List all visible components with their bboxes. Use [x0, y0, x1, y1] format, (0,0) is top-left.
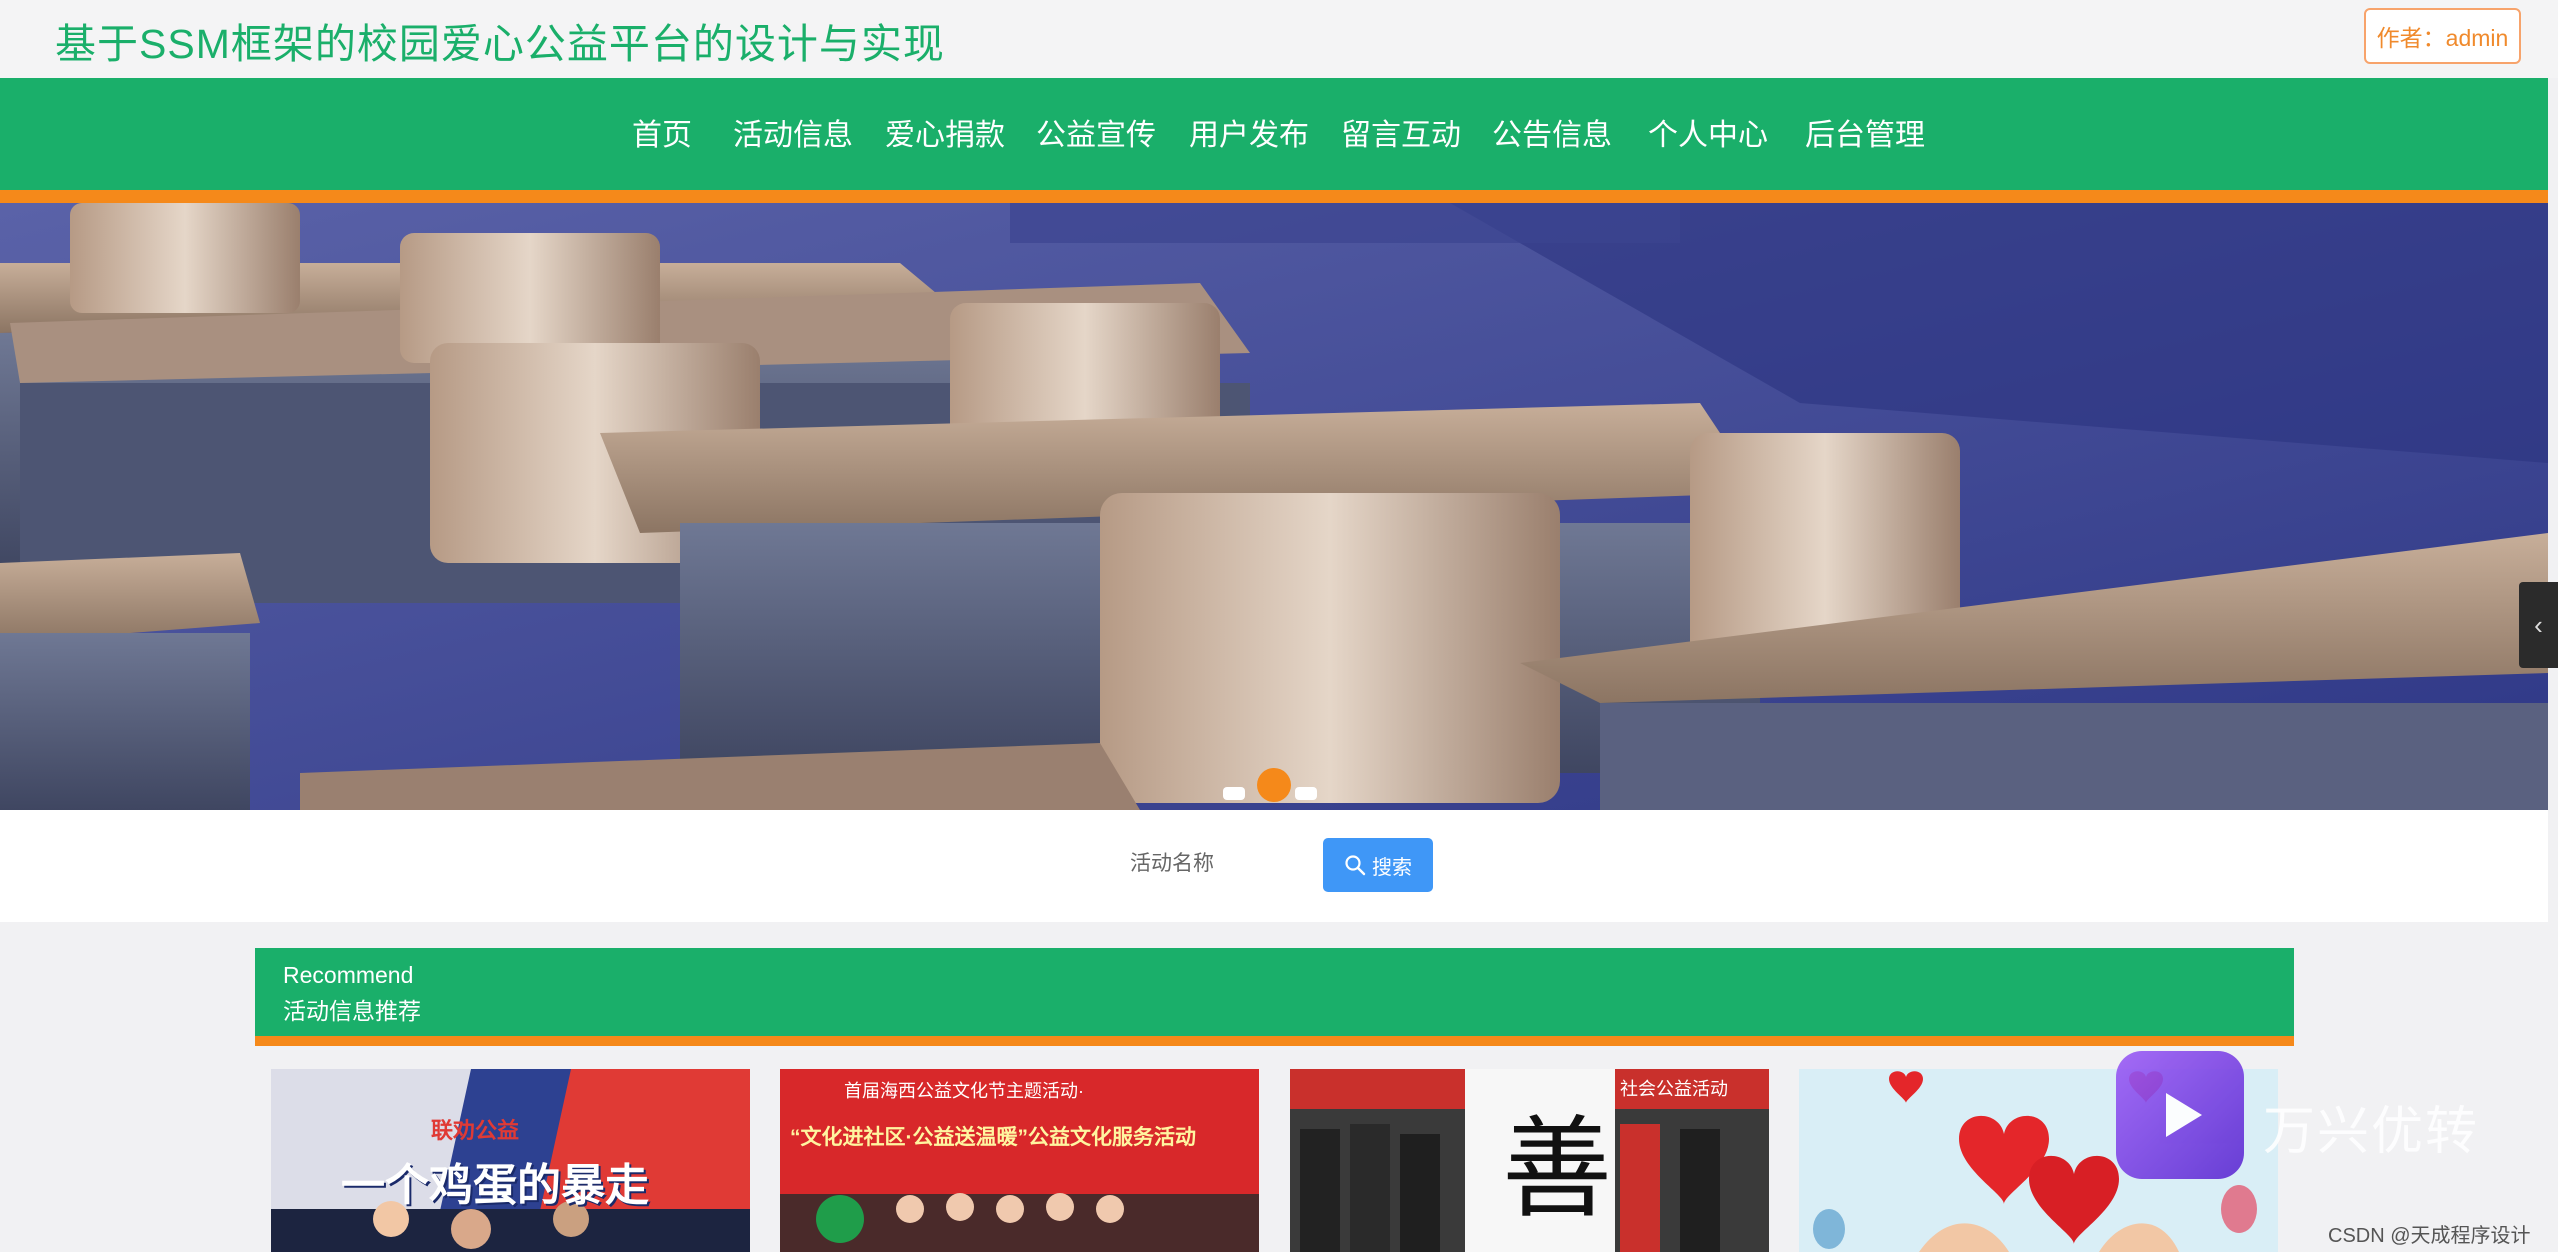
- nav-accent-stripe: [0, 190, 2548, 203]
- top-bar: 基于SSM框架的校园爱心公益平台的设计与实现: [0, 0, 2558, 78]
- carousel-dot-3[interactable]: [1295, 787, 1317, 800]
- nav-item-admin[interactable]: 后台管理: [1805, 110, 1925, 154]
- card-caption: 善: [1502, 1105, 1612, 1233]
- search-button[interactable]: 搜索: [1323, 838, 1433, 892]
- recommend-accent-stripe: [255, 1036, 2294, 1046]
- watermark-text: 万兴优转: [2263, 1103, 2480, 1161]
- search-button-label: 搜索: [1372, 856, 1412, 879]
- nav-item-user-posts[interactable]: 用户发布: [1189, 110, 1309, 154]
- card-logo-text: 联劝公益: [431, 1118, 520, 1143]
- activity-card-2[interactable]: 首届海西公益文化节主题活动· “文化进社区·公益送温暖”公益文化服务活动: [780, 1069, 1259, 1252]
- search-icon: [1345, 855, 1366, 876]
- nav-item-donation[interactable]: 爱心捐款: [885, 110, 1005, 154]
- carousel-dot-active[interactable]: [1257, 768, 1291, 802]
- search-bar: [0, 810, 2548, 922]
- activity-card-1[interactable]: 联劝公益 一个鸡蛋的暴走: [271, 1069, 750, 1252]
- nav-item-home[interactable]: 首页: [632, 110, 692, 154]
- nav-item-profile[interactable]: 个人中心: [1648, 110, 1768, 154]
- banner-image: [0, 203, 2548, 810]
- credit-text: CSDN @天成程序设计: [2328, 1225, 2531, 1247]
- main-nav: 首页 活动信息 爱心捐款 公益宣传 用户发布 留言互动 公告信息 个人中心 后台…: [0, 78, 2548, 190]
- carousel-dot-1[interactable]: [1223, 787, 1245, 800]
- activity-card-3[interactable]: 善 社会公益活动: [1290, 1069, 1769, 1252]
- side-panel-toggle[interactable]: ‹: [2519, 582, 2558, 668]
- nav-item-publicity[interactable]: 公益宣传: [1036, 110, 1156, 154]
- chevron-left-icon: ‹: [2534, 609, 2543, 640]
- card-caption: “文化进社区·公益送温暖”公益文化服务活动: [790, 1126, 1196, 1149]
- author-button[interactable]: 作者：admin: [2364, 8, 2521, 64]
- card-subcaption: 社会公益活动: [1620, 1079, 1728, 1099]
- nav-item-messages[interactable]: 留言互动: [1341, 110, 1461, 154]
- banner-carousel[interactable]: [0, 203, 2548, 810]
- watermark-logo-icon: [2116, 1051, 2244, 1179]
- recommend-header: [255, 948, 2294, 1036]
- nav-item-notices[interactable]: 公告信息: [1492, 110, 1612, 154]
- recommend-title-cn: 活动信息推荐: [283, 998, 421, 1024]
- site-title: 基于SSM框架的校园爱心公益平台的设计与实现: [55, 21, 945, 67]
- recommend-title-en: Recommend: [283, 962, 414, 988]
- card-subcaption: 首届海西公益文化节主题活动·: [844, 1081, 1084, 1101]
- card-caption: 一个鸡蛋的暴走: [341, 1161, 649, 1210]
- nav-item-activities[interactable]: 活动信息: [733, 110, 853, 154]
- activity-name-input[interactable]: 活动名称: [1130, 847, 1214, 877]
